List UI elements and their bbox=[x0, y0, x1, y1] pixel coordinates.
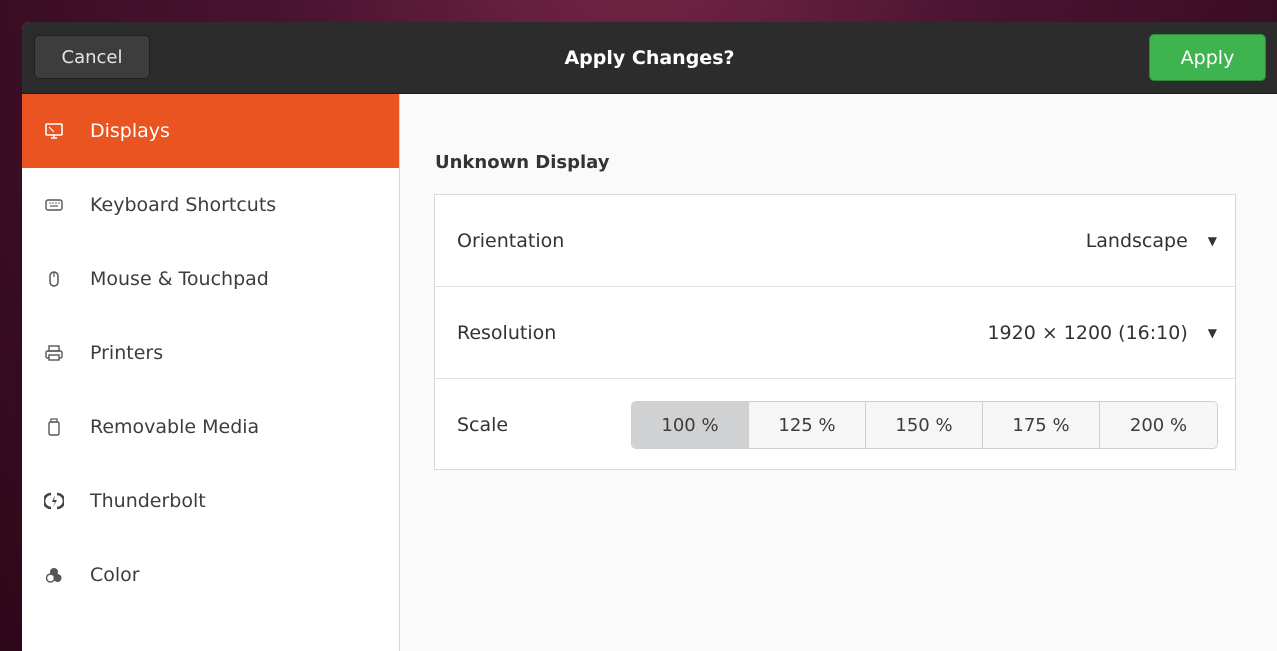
scale-option-100[interactable]: 100 % bbox=[632, 402, 749, 448]
sidebar-item-label: Printers bbox=[90, 342, 164, 364]
dropdown-arrow-icon: ▼ bbox=[1207, 326, 1217, 340]
sidebar-item-displays[interactable]: Displays bbox=[22, 94, 399, 168]
apply-button[interactable]: Apply bbox=[1149, 34, 1266, 81]
keyboard-icon bbox=[40, 195, 68, 215]
scale-label: Scale bbox=[457, 414, 509, 436]
section-title: Unknown Display bbox=[435, 152, 610, 173]
sidebar-item-color[interactable]: Color bbox=[22, 538, 399, 612]
sidebar-item-printers[interactable]: Printers bbox=[22, 316, 399, 390]
display-settings-panel: Unknown Display Orientation Landscape ▼ … bbox=[400, 94, 1277, 651]
settings-window: Cancel Apply Changes? Apply Displays Key… bbox=[22, 22, 1277, 651]
display-icon bbox=[40, 121, 68, 141]
sidebar-item-removable-media[interactable]: Removable Media bbox=[22, 390, 399, 464]
mouse-icon bbox=[40, 269, 68, 289]
sidebar-item-mouse-touchpad[interactable]: Mouse & Touchpad bbox=[22, 242, 399, 316]
sidebar-item-label: Mouse & Touchpad bbox=[90, 268, 269, 290]
resolution-dropdown[interactable]: 1920 × 1200 (16:10) ▼ bbox=[987, 287, 1217, 379]
dialog-title: Apply Changes? bbox=[564, 47, 735, 69]
removable-media-icon bbox=[40, 417, 68, 437]
sidebar-item-label: Thunderbolt bbox=[90, 490, 206, 512]
scale-option-175[interactable]: 175 % bbox=[983, 402, 1100, 448]
orientation-value: Landscape bbox=[1085, 230, 1188, 252]
dropdown-arrow-icon: ▼ bbox=[1207, 234, 1217, 248]
resolution-label: Resolution bbox=[457, 322, 557, 344]
resolution-row: Resolution 1920 × 1200 (16:10) ▼ bbox=[435, 287, 1235, 379]
sidebar-item-keyboard-shortcuts[interactable]: Keyboard Shortcuts bbox=[22, 168, 399, 242]
orientation-row: Orientation Landscape ▼ bbox=[435, 195, 1235, 287]
sidebar-item-label: Removable Media bbox=[90, 416, 260, 438]
sidebar-item-label: Displays bbox=[90, 120, 170, 142]
orientation-dropdown[interactable]: Landscape ▼ bbox=[1086, 195, 1217, 287]
resolution-value: 1920 × 1200 (16:10) bbox=[987, 322, 1188, 344]
headerbar: Cancel Apply Changes? Apply bbox=[22, 22, 1277, 94]
scale-option-125[interactable]: 125 % bbox=[749, 402, 866, 448]
sidebar-item-label: Color bbox=[90, 564, 140, 586]
scale-toggle-group: 100 % 125 % 150 % 175 % 200 % bbox=[631, 401, 1218, 449]
scale-row: Scale 100 % 125 % 150 % 175 % 200 % bbox=[435, 379, 1235, 471]
scale-option-150[interactable]: 150 % bbox=[866, 402, 983, 448]
sidebar: Displays Keyboard Shortcuts Mouse & Touc… bbox=[22, 94, 400, 651]
orientation-label: Orientation bbox=[457, 230, 565, 252]
cancel-button[interactable]: Cancel bbox=[34, 35, 150, 79]
sidebar-item-label: Keyboard Shortcuts bbox=[90, 194, 277, 216]
scale-option-200[interactable]: 200 % bbox=[1100, 402, 1217, 448]
thunderbolt-icon bbox=[40, 491, 68, 511]
printer-icon bbox=[40, 343, 68, 363]
color-icon bbox=[40, 565, 68, 585]
sidebar-item-thunderbolt[interactable]: Thunderbolt bbox=[22, 464, 399, 538]
display-settings-card: Orientation Landscape ▼ Resolution 1920 … bbox=[434, 194, 1236, 470]
